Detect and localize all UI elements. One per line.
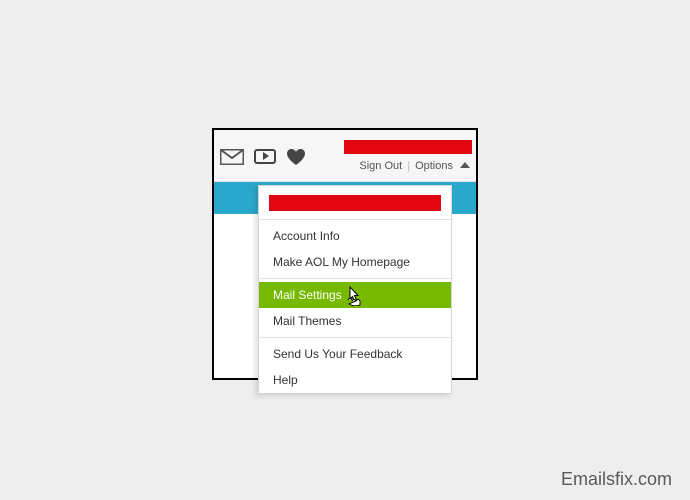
menu-help[interactable]: Help bbox=[259, 367, 451, 393]
sign-out-link[interactable]: Sign Out bbox=[359, 160, 402, 172]
dropdown-header-redacted bbox=[269, 195, 441, 211]
options-dropdown: Account Info Make AOL My Homepage Mail S… bbox=[258, 185, 452, 394]
toolbar-icons bbox=[220, 148, 306, 166]
menu-mail-themes[interactable]: Mail Themes bbox=[259, 308, 451, 334]
dropdown-separator bbox=[259, 278, 451, 279]
app-frame: Sign Out | Options Account Info Make AOL… bbox=[212, 128, 478, 380]
options-link[interactable]: Options bbox=[415, 160, 453, 172]
menu-account-info[interactable]: Account Info bbox=[259, 223, 451, 249]
menu-feedback[interactable]: Send Us Your Feedback bbox=[259, 341, 451, 367]
username-redacted bbox=[344, 140, 472, 154]
attribution-text: Emailsfix.com bbox=[561, 469, 672, 490]
mail-icon[interactable] bbox=[220, 149, 244, 165]
heart-icon[interactable] bbox=[286, 148, 306, 166]
menu-mail-settings[interactable]: Mail Settings bbox=[259, 282, 451, 308]
menu-item-label: Mail Settings bbox=[273, 288, 342, 302]
video-icon[interactable] bbox=[254, 149, 276, 164]
menu-make-homepage[interactable]: Make AOL My Homepage bbox=[259, 249, 451, 275]
link-divider: | bbox=[407, 160, 410, 172]
chevron-up-icon bbox=[460, 162, 470, 168]
dropdown-separator bbox=[259, 219, 451, 220]
top-links: Sign Out | Options bbox=[359, 160, 470, 172]
cursor-icon bbox=[347, 286, 363, 306]
dropdown-separator bbox=[259, 337, 451, 338]
toolbar: Sign Out | Options bbox=[214, 130, 476, 182]
